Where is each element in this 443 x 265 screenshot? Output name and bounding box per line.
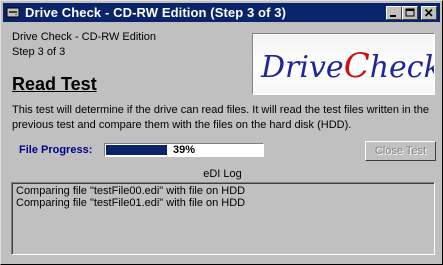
log-caption: eDI Log xyxy=(203,168,242,180)
progress-percent: 39% xyxy=(172,144,196,156)
close-window-button[interactable] xyxy=(421,6,437,20)
file-progress-label: File Progress: xyxy=(19,144,93,156)
minimize-button[interactable] xyxy=(386,6,402,20)
title-bar[interactable]: Drive Check - CD-RW Edition (Step 3 of 3… xyxy=(3,3,440,22)
app-name-label: Drive Check - CD-RW Edition xyxy=(12,31,157,43)
log-line: Comparing file "testFile01.edi" with fil… xyxy=(16,197,246,209)
logo-wordmark: DriveCheck xyxy=(260,46,434,86)
log-content: Comparing file "testFile00.edi" with fil… xyxy=(12,183,434,254)
logo-text-heck: heck xyxy=(370,50,434,85)
logo-text-c: C xyxy=(344,46,370,86)
file-progress-bar: 39% xyxy=(104,143,264,157)
minimize-icon xyxy=(390,15,396,17)
window-title: Drive Check - CD-RW Edition (Step 3 of 3… xyxy=(25,5,286,20)
log-line: Comparing file "testFile00.edi" with fil… xyxy=(16,185,246,197)
maximize-icon xyxy=(405,8,415,17)
close-test-button[interactable]: Close Test xyxy=(365,141,436,161)
drive-check-app-icon xyxy=(6,7,20,18)
test-description: This test will determine if the drive ca… xyxy=(12,104,429,131)
step-indicator: Step 3 of 3 xyxy=(12,46,66,58)
logo-text-drive: Drive xyxy=(260,50,344,85)
log-box[interactable]: Comparing file "testFile00.edi" with fil… xyxy=(11,182,435,255)
drivecheck-logo: DriveCheck xyxy=(252,33,435,95)
close-icon xyxy=(424,8,433,17)
maximize-button[interactable] xyxy=(402,6,418,20)
svg-text:DriveCheck: DriveCheck xyxy=(260,46,434,86)
app-window: Drive Check - CD-RW Edition (Step 3 of 3… xyxy=(0,0,443,265)
page-title: Read Test xyxy=(12,74,97,94)
